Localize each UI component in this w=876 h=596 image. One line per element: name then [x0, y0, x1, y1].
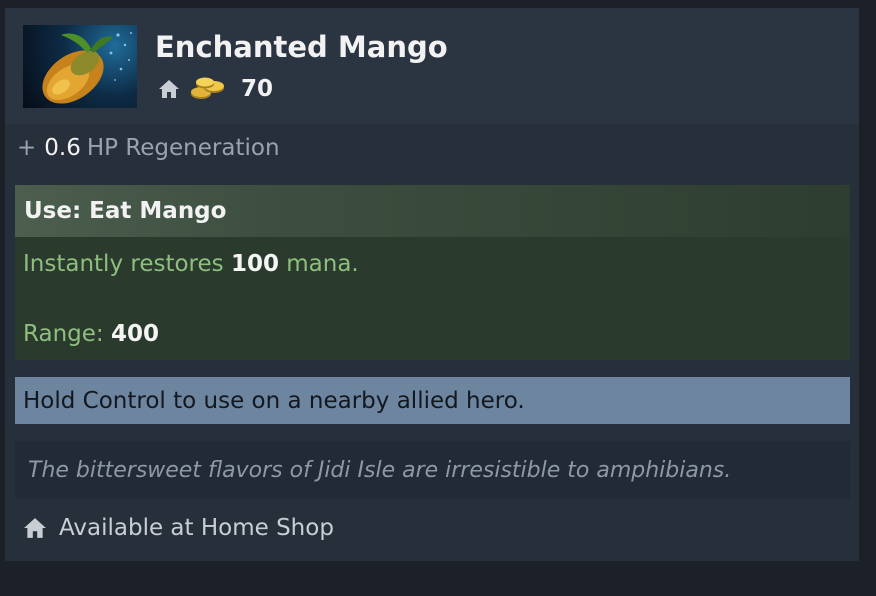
- ability-range-label: Range:: [23, 321, 104, 347]
- gold-coins-icon: [189, 76, 227, 102]
- home-icon: [158, 78, 180, 100]
- ability-desc-value: 100: [230, 251, 279, 277]
- home-shop-icon: [23, 516, 47, 540]
- stat-plus: +: [17, 135, 37, 161]
- item-cost: 70: [241, 76, 274, 102]
- ability-header: Use: Eat Mango: [15, 185, 850, 237]
- control-hint: Hold Control to use on a nearby allied h…: [15, 377, 850, 424]
- availability-text: Available at Home Shop: [59, 515, 334, 541]
- cost-row: 70: [158, 74, 273, 104]
- ability-desc-prefix: Instantly restores: [23, 251, 224, 277]
- ability-desc-suffix: mana.: [286, 251, 359, 277]
- ability-section: Use: Eat Mango Instantly restores 100 ma…: [15, 185, 850, 360]
- lore-text: The bittersweet flavors of Jidi Isle are…: [15, 441, 850, 499]
- item-name: Enchanted Mango: [155, 30, 448, 64]
- availability-row: Available at Home Shop: [23, 511, 334, 545]
- ability-description: Instantly restores 100 mana.: [23, 251, 359, 277]
- ability-range: Range: 400: [23, 321, 159, 347]
- mango-icon: [23, 25, 137, 108]
- ability-title: Use: Eat Mango: [24, 198, 227, 224]
- ability-range-value: 400: [110, 321, 159, 347]
- item-tooltip: Enchanted Mango 70 +0.6HP Regeneration: [5, 8, 859, 561]
- tooltip-header: Enchanted Mango 70: [5, 8, 859, 124]
- stat-value: 0.6: [44, 135, 81, 161]
- stat-row: +0.6 HP Regeneration: [17, 135, 280, 165]
- stat-label: HP Regeneration: [86, 135, 280, 161]
